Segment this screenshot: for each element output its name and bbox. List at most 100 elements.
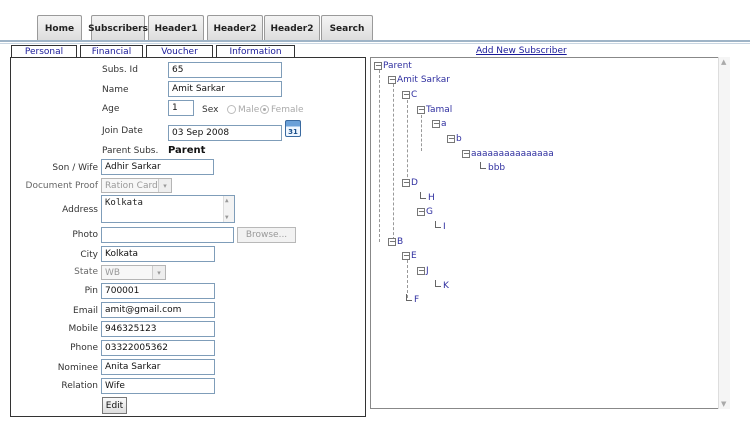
calendar-icon[interactable]: 31 — [285, 120, 301, 137]
tree-elbow — [406, 294, 412, 301]
tab-header2-a[interactable]: Header2 — [207, 15, 263, 41]
city-field[interactable]: Kolkata — [101, 246, 215, 262]
tree-node-label: bbb — [488, 163, 506, 173]
relation-label: Relation — [61, 381, 98, 391]
mobile-label: Mobile — [68, 324, 98, 334]
address-textarea[interactable]: Kolkata ▲ ▼ — [101, 195, 235, 223]
tree-node-label: G — [426, 207, 433, 217]
scroll-down-icon: ▼ — [721, 400, 727, 408]
tree-guide-line — [407, 260, 408, 298]
tree-guide-line — [421, 115, 422, 151]
subscriber-form: Subs. Id 65 Name Amit Sarkar Age 1 Sex M… — [10, 57, 366, 417]
tree-node-label: Amit Sarkar — [397, 75, 451, 85]
subs-id-field[interactable]: 65 — [168, 62, 282, 78]
collapse-icon[interactable]: − — [417, 208, 425, 216]
tree-node[interactable]: I — [435, 221, 446, 232]
mobile-field[interactable]: 946325123 — [101, 321, 215, 337]
son-wife-field[interactable]: Adhir Sarkar — [101, 159, 214, 175]
tree-node[interactable]: − Amit Sarkar — [388, 75, 450, 85]
join-date-field[interactable]: 03 Sep 2008 — [168, 125, 282, 141]
collapse-icon[interactable]: − — [402, 91, 410, 99]
tree-node[interactable]: − aaaaaaaaaaaaaaa — [462, 149, 554, 159]
edit-button[interactable]: Edit — [102, 397, 127, 414]
tree-guide-line — [407, 100, 408, 182]
sex-male-radio[interactable] — [227, 105, 236, 114]
top-divider-light — [0, 43, 750, 44]
document-proof-select[interactable]: Ration Card ▾ — [101, 178, 172, 193]
subs-id-label: Subs. Id — [102, 65, 138, 75]
chevron-down-icon: ▾ — [158, 179, 171, 192]
tab-home[interactable]: Home — [37, 15, 82, 41]
photo-file-field[interactable] — [101, 227, 234, 243]
tree-node-label: I — [443, 222, 446, 232]
state-label: State — [74, 267, 98, 277]
name-field[interactable]: Amit Sarkar — [168, 81, 282, 97]
age-label: Age — [102, 104, 120, 114]
tree-node[interactable]: bbb — [480, 162, 506, 173]
tree-node[interactable]: H — [420, 192, 435, 203]
tree-node-label: E — [411, 251, 417, 261]
join-date-label: Join Date — [102, 126, 143, 136]
collapse-icon[interactable]: − — [432, 120, 440, 128]
tree-node-label: B — [397, 237, 404, 247]
age-field[interactable]: 1 — [168, 100, 194, 116]
document-proof-value: Ration Card — [105, 180, 158, 191]
collapse-icon[interactable]: − — [447, 135, 455, 143]
subtab-financial[interactable]: Financial — [80, 45, 143, 57]
tree-scrollbar[interactable]: ▲ ▼ — [718, 57, 730, 409]
nominee-field[interactable]: Anita Sarkar — [101, 359, 215, 375]
collapse-icon[interactable]: − — [388, 76, 396, 84]
address-value: Kolkata — [105, 198, 143, 208]
name-label: Name — [102, 85, 129, 95]
tree-node[interactable]: − Tamal — [417, 105, 452, 115]
parent-subs-label: Parent Subs. — [102, 146, 159, 156]
subtab-personal[interactable]: Personal — [11, 45, 77, 57]
son-wife-label: Son / Wife — [52, 163, 98, 173]
tree-guide-line — [379, 70, 380, 242]
collapse-icon[interactable]: − — [402, 252, 410, 260]
tree-node[interactable]: − D — [402, 178, 418, 188]
add-new-subscriber-link[interactable]: Add New Subscriber — [476, 46, 567, 56]
tree-node[interactable]: − b — [447, 134, 462, 144]
tree-node[interactable]: − Parent — [374, 61, 412, 71]
tree-node-label: b — [456, 134, 462, 144]
tree-node-label: K — [443, 281, 449, 291]
tree-node[interactable]: F — [406, 294, 419, 305]
tab-search[interactable]: Search — [321, 15, 373, 41]
tree-node[interactable]: − E — [402, 251, 417, 261]
tree-node[interactable]: − J — [417, 266, 429, 276]
relation-field[interactable]: Wife — [101, 378, 215, 394]
tree-node[interactable]: − G — [417, 207, 433, 217]
collapse-icon[interactable]: − — [374, 62, 382, 70]
state-select[interactable]: WB ▾ — [101, 265, 166, 280]
sex-female-label: Female — [271, 105, 304, 115]
collapse-icon[interactable]: − — [388, 238, 396, 246]
tab-header2-b[interactable]: Header2 — [264, 15, 320, 41]
tree-node[interactable]: − C — [402, 90, 417, 100]
browse-button[interactable]: Browse... — [237, 227, 296, 243]
subtab-information[interactable]: Information — [216, 45, 295, 57]
collapse-icon[interactable]: − — [462, 150, 470, 158]
tree-node[interactable]: − a — [432, 119, 447, 129]
pin-field[interactable]: 700001 — [101, 283, 215, 299]
top-divider — [0, 40, 750, 42]
sex-label: Sex — [202, 105, 219, 115]
phone-field[interactable]: 03322005362 — [101, 340, 215, 356]
address-scrollbar[interactable]: ▲ ▼ — [223, 196, 234, 222]
pin-label: Pin — [84, 286, 98, 296]
tree-node[interactable]: K — [435, 280, 449, 291]
chevron-down-icon: ▾ — [152, 266, 165, 279]
collapse-icon[interactable]: − — [402, 179, 410, 187]
sex-female-radio[interactable] — [260, 105, 269, 114]
tree-node-label: a — [441, 119, 447, 129]
tab-header1[interactable]: Header1 — [148, 15, 204, 41]
tree-node[interactable]: − B — [388, 237, 403, 247]
phone-label: Phone — [70, 343, 98, 353]
collapse-icon[interactable]: − — [417, 267, 425, 275]
email-field[interactable]: amit@gmail.com — [101, 302, 215, 318]
tree-guide-line — [393, 84, 394, 240]
state-value: WB — [105, 267, 121, 278]
collapse-icon[interactable]: − — [417, 106, 425, 114]
subtab-voucher[interactable]: Voucher — [146, 45, 213, 57]
tab-subscribers[interactable]: Subscribers — [88, 15, 148, 41]
